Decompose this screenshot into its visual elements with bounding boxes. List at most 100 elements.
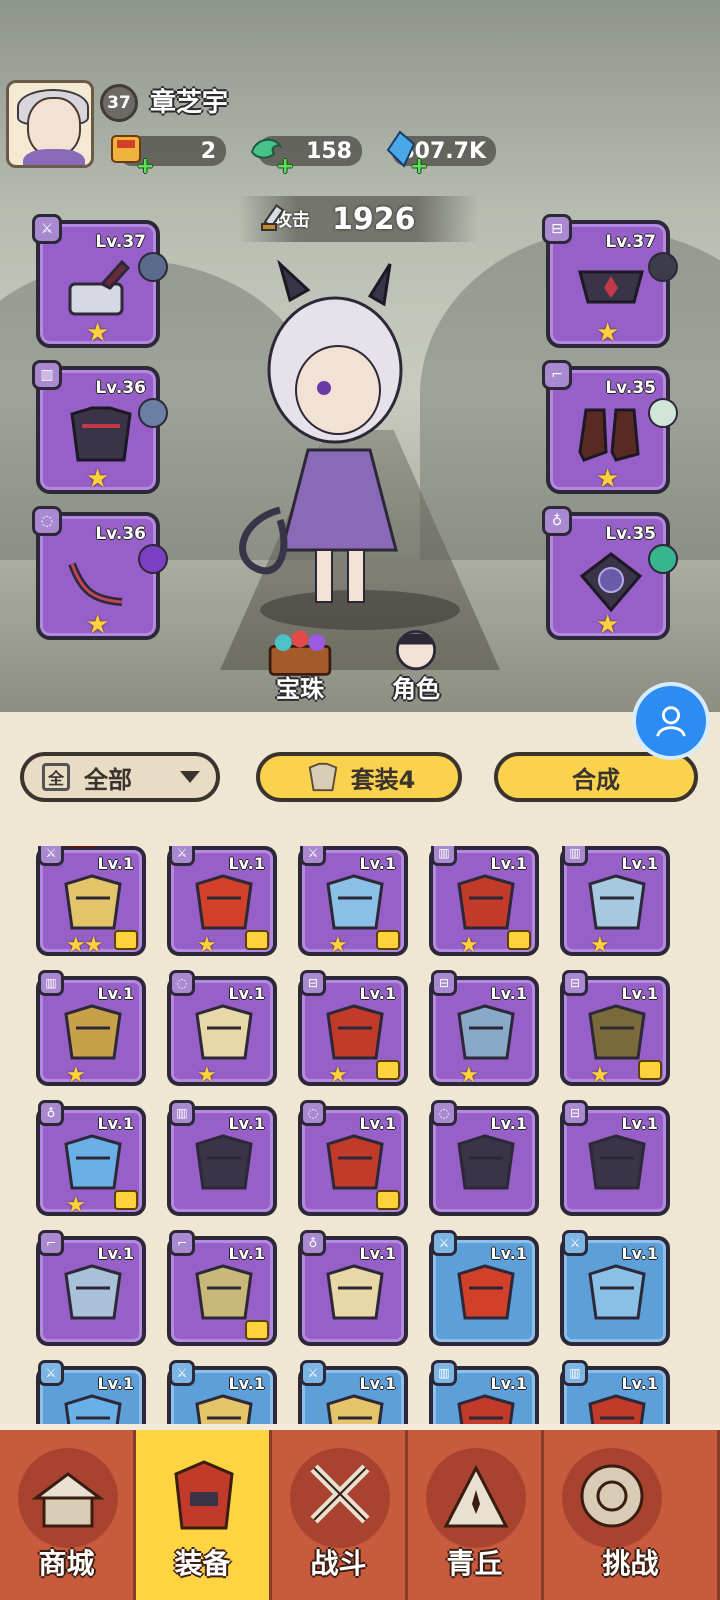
inventory-item[interactable]: ♁ Lv.1 ★ bbox=[36, 1100, 146, 1218]
attack-stat: 攻击 1926 bbox=[238, 196, 478, 242]
inventory-item[interactable]: ⊟ Lv.1 ★ bbox=[560, 970, 670, 1088]
equip-slot-amulet[interactable]: ♁ Lv.35 ★ bbox=[542, 506, 678, 640]
item-level: Lv.1 bbox=[490, 984, 527, 1003]
inventory-item[interactable]: ⌐ Lv.1 bbox=[167, 1230, 277, 1346]
equipment-item-icon bbox=[195, 874, 253, 930]
equip-slot-ring[interactable]: ◌ Lv.36 ★ bbox=[32, 506, 168, 640]
star-icon: ★ bbox=[66, 1193, 86, 1218]
slot-level: Lv.37 bbox=[605, 232, 656, 252]
item-level: Lv.1 bbox=[359, 1114, 396, 1133]
inventory-item[interactable]: ♁ Lv.1 bbox=[298, 1230, 408, 1346]
star-icon: ★ bbox=[596, 318, 620, 348]
character-button[interactable]: 角色 bbox=[366, 624, 466, 704]
set-label: 套装4 bbox=[350, 765, 416, 794]
inventory-item[interactable]: ⚔ Lv.1 ★ bbox=[298, 846, 408, 958]
upgrade-badge-icon bbox=[638, 1060, 662, 1080]
inventory-item[interactable]: ◌ Lv.1 ★ bbox=[167, 970, 277, 1088]
slot-level: Lv.35 bbox=[605, 378, 656, 398]
resource-crystal[interactable]: + 807.7K bbox=[386, 130, 496, 178]
sword-icon: ⚔ bbox=[38, 1360, 64, 1386]
amulet-icon: ♁ bbox=[38, 1100, 64, 1126]
boots-item-icon bbox=[578, 408, 640, 462]
inventory-item[interactable]: ⚔ Lv.1 ★ bbox=[167, 846, 277, 958]
equipment-item-icon bbox=[457, 874, 515, 930]
star-icon: ★ bbox=[86, 464, 110, 494]
item-level: Lv.1 bbox=[97, 1244, 134, 1263]
profile-button[interactable] bbox=[632, 682, 710, 760]
equipment-item-icon bbox=[64, 1264, 122, 1320]
equip-slot-weapon[interactable]: ⚔ Lv.37 ★ bbox=[32, 214, 168, 348]
nav-label: 装备 bbox=[174, 1547, 231, 1580]
inventory-item[interactable]: ◌ Lv.1 bbox=[429, 1100, 539, 1216]
nav-label: 青丘 bbox=[446, 1547, 503, 1580]
sword-icon: ⚔ bbox=[169, 1360, 195, 1386]
player-character[interactable] bbox=[220, 260, 480, 630]
inventory-item[interactable]: ⊟ Lv.1 bbox=[560, 1100, 670, 1216]
inventory-item[interactable]: ◌ Lv.1 bbox=[298, 1100, 408, 1216]
hammer-weapon-icon bbox=[68, 259, 131, 316]
crossed-swords-icon bbox=[310, 1464, 370, 1524]
item-level: Lv.1 bbox=[97, 984, 134, 1003]
add-ticket-icon[interactable]: + bbox=[136, 156, 154, 178]
category-dropdown[interactable]: 全 全部 bbox=[20, 752, 220, 802]
equipment-helmet-icon bbox=[174, 1460, 234, 1530]
belt-icon: ⊟ bbox=[562, 970, 588, 996]
equipment-item-icon bbox=[326, 1004, 384, 1060]
amulet-icon: ♁ bbox=[300, 1230, 326, 1256]
equip-slot-belt[interactable]: ⊟ Lv.37 ★ bbox=[542, 214, 678, 348]
upgrade-badge-icon bbox=[245, 1320, 269, 1340]
resource-jade[interactable]: + 158 bbox=[250, 136, 362, 178]
equip-slot-boots[interactable]: ⌐ Lv.35 ★ bbox=[542, 360, 678, 494]
gem-socket-icon bbox=[648, 252, 678, 282]
belt-item-icon bbox=[578, 270, 644, 304]
recommended-tag: 推荐 bbox=[64, 846, 98, 848]
inventory-item[interactable]: ▥ Lv.1 ★ bbox=[429, 846, 539, 958]
inventory-item[interactable]: ▥ Lv.1 bbox=[167, 1100, 277, 1216]
nav-tab-1[interactable]: 装备 bbox=[136, 1430, 272, 1600]
category-all-icon: 全 bbox=[42, 763, 70, 791]
equipment-item-icon bbox=[588, 1264, 646, 1320]
armor-icon: ▥ bbox=[38, 970, 64, 996]
equip-slot-armor[interactable]: ▥ Lv.36 ★ bbox=[32, 360, 168, 494]
bracer-icon bbox=[68, 562, 123, 606]
inventory-item[interactable]: ⚔ Lv.1 bbox=[560, 1230, 670, 1346]
avatar-face bbox=[27, 97, 81, 157]
item-level: Lv.1 bbox=[228, 1374, 265, 1393]
armor-set-icon bbox=[308, 762, 337, 792]
belt-icon: ⊟ bbox=[562, 1100, 588, 1126]
item-level: Lv.1 bbox=[359, 1244, 396, 1263]
inventory-item[interactable]: ▥ Lv.1 ★ bbox=[560, 846, 670, 958]
boots-icon: ⌐ bbox=[38, 1230, 64, 1256]
add-crystal-icon[interactable]: + bbox=[410, 156, 428, 178]
sword-icon: ⚔ bbox=[431, 1230, 457, 1256]
inventory-item[interactable]: ⌐ Lv.1 bbox=[36, 1230, 146, 1346]
gems-button[interactable]: 宝珠 bbox=[250, 624, 350, 704]
resource-ticket[interactable]: + 2 bbox=[111, 135, 226, 178]
item-level: Lv.1 bbox=[228, 984, 265, 1003]
equipment-item-icon bbox=[588, 1004, 646, 1060]
equipment-item-icon bbox=[326, 1134, 384, 1190]
nav-tab-0[interactable]: 商城 bbox=[0, 1430, 136, 1600]
nav-label: 战斗 bbox=[310, 1547, 367, 1580]
nav-tab-3[interactable]: 青丘 bbox=[408, 1430, 544, 1600]
inventory-item[interactable]: ⚔ Lv.1 ★★ 推荐 bbox=[36, 846, 146, 958]
upgrade-badge-icon bbox=[114, 1190, 138, 1210]
star-icon: ★ bbox=[590, 933, 610, 958]
set-button[interactable]: 套装4 bbox=[256, 752, 462, 802]
inventory-item[interactable]: ⊟ Lv.1 ★ bbox=[298, 970, 408, 1088]
item-level: Lv.1 bbox=[490, 1244, 527, 1263]
slot-level: Lv.35 bbox=[605, 524, 656, 544]
upgrade-badge-icon bbox=[114, 930, 138, 950]
star-icon: ★★ bbox=[66, 933, 103, 958]
add-jade-icon[interactable]: + bbox=[276, 156, 294, 178]
inventory-item[interactable]: ⊟ Lv.1 ★ bbox=[429, 970, 539, 1088]
nav-tab-4[interactable]: 挑战 bbox=[544, 1430, 720, 1600]
player-avatar[interactable] bbox=[6, 80, 94, 168]
inventory-item[interactable]: ⚔ Lv.1 bbox=[429, 1230, 539, 1346]
avatar-robe bbox=[23, 149, 85, 165]
equipment-item-icon bbox=[326, 1264, 384, 1320]
inventory-item[interactable]: ▥ Lv.1 ★ bbox=[36, 970, 146, 1088]
gem-socket-icon bbox=[648, 398, 678, 428]
item-level: Lv.1 bbox=[228, 1244, 265, 1263]
nav-tab-2[interactable]: 战斗 bbox=[272, 1430, 408, 1600]
